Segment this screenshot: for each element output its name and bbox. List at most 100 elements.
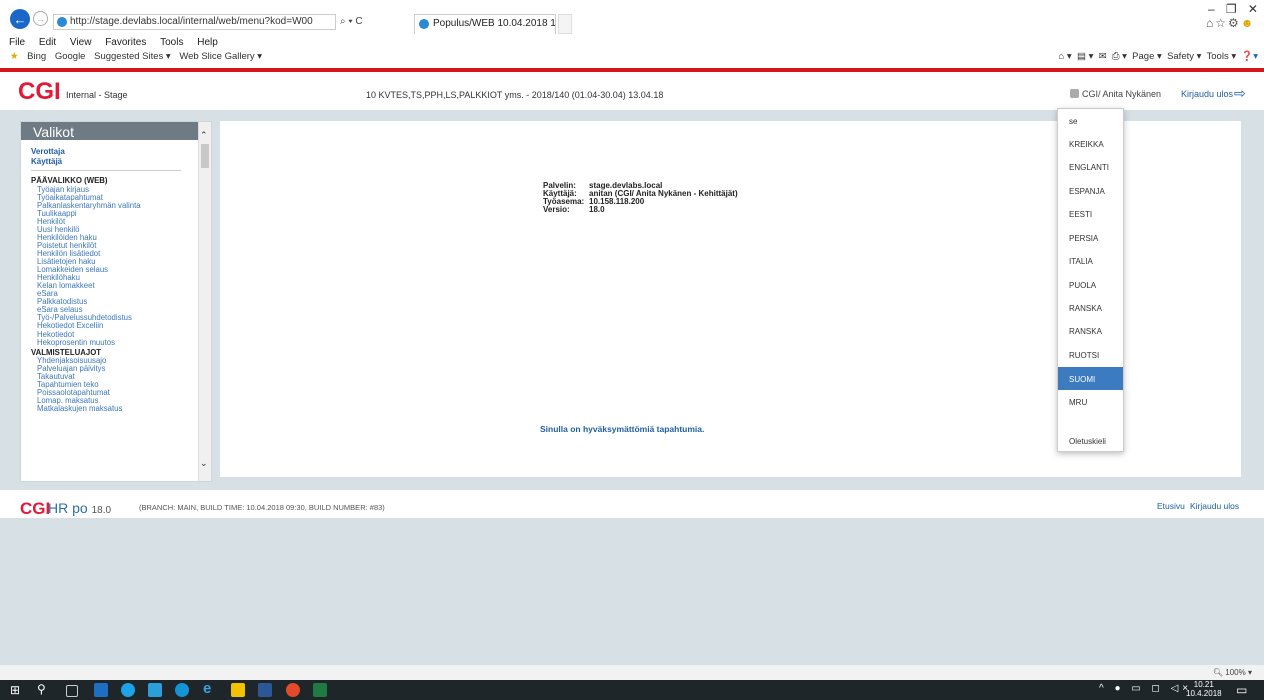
clock[interactable]: 10.21 10.4.2018 <box>1186 680 1222 698</box>
info-row-workstation: Työasema: 10.158.118.200 <box>543 198 738 206</box>
language-option[interactable]: se <box>1058 109 1123 132</box>
forward-button[interactable]: → <box>33 11 48 26</box>
fav-suggested-sites[interactable]: Suggested Sites ▾ <box>94 51 171 62</box>
address-bar[interactable]: http://stage.devlabs.local/internal/web/… <box>53 14 336 30</box>
chevron-up-icon[interactable]: ⌃ <box>200 130 208 141</box>
menu-file[interactable]: File <box>9 37 25 48</box>
period-label: 10 KVTES,TS,PPH,LS,PALKKIOT yms. - 2018/… <box>366 90 664 100</box>
site-icon <box>57 17 67 27</box>
command-bar: ⌂ ▾ ▤ ▾ ✉ ⎙ ▾ Page ▾ Safety ▾ Tools ▾ ❓▾ <box>1059 51 1258 68</box>
zoom-icon: 🔍︎ <box>1212 668 1224 677</box>
footer-cgi-logo: CGI <box>20 499 51 518</box>
pending-events-notice[interactable]: Sinulla on hyväksymättömiä tapahtumia. <box>540 424 704 434</box>
home-icon[interactable]: ⌂ ▾ <box>1059 51 1072 62</box>
settings-gear-icon[interactable]: ⚙ <box>1228 16 1241 30</box>
store-icon[interactable] <box>148 683 162 697</box>
language-option[interactable]: ESPANJA <box>1058 179 1123 202</box>
minimize-button[interactable]: – <box>1208 2 1215 16</box>
language-option[interactable]: RUOTSI <box>1058 343 1123 366</box>
sidebar-item[interactable]: Matkalaskujen maksatus <box>31 405 191 413</box>
chevron-down-icon[interactable]: ⌄ <box>200 458 208 469</box>
menu-edit[interactable]: Edit <box>39 37 56 48</box>
chrome-icon[interactable] <box>286 683 300 697</box>
language-option[interactable]: EESTI <box>1058 202 1123 225</box>
os-taskbar: ⊞ ⚲ e ^ ● ▭ ◻ ◁× 10.21 10.4.2018 ▭ <box>0 680 1264 700</box>
logout-icon[interactable]: ⇨ <box>1234 85 1246 102</box>
favorites-star-icon[interactable]: ★ <box>10 51 19 62</box>
footer-logout-link[interactable]: Kirjaudu ulos <box>1190 501 1239 511</box>
favorites-star-icon[interactable]: ☆ <box>1215 16 1228 30</box>
home-icon[interactable]: ⌂ <box>1206 16 1215 30</box>
language-option-selected[interactable]: SUOMI <box>1058 367 1123 390</box>
excel-icon[interactable] <box>313 683 327 697</box>
language-option[interactable]: ENGLANTI <box>1058 155 1123 178</box>
sidebar-title: Valikot <box>21 122 199 140</box>
menu-favorites[interactable]: Favorites <box>105 37 146 48</box>
skype-icon[interactable] <box>121 683 135 697</box>
browser-tab[interactable]: Populus/WEB 10.04.2018 10... × <box>414 14 556 34</box>
info-value: 18.0 <box>589 205 605 214</box>
user-name: CGI/ Anita Nykänen <box>1082 89 1162 99</box>
task-view-icon[interactable] <box>66 685 78 697</box>
windows-start-icon[interactable]: ⊞ <box>10 683 20 697</box>
fav-google[interactable]: Google <box>55 51 86 62</box>
new-tab-button[interactable] <box>558 14 572 34</box>
zoom-level: 100% <box>1225 668 1246 677</box>
system-tray-icons[interactable]: ^ ● ▭ ◻ ◁× <box>1099 683 1192 694</box>
search-icon[interactable]: ⚲ <box>37 682 46 696</box>
word-icon[interactable] <box>258 683 272 697</box>
smiley-icon[interactable]: ☻ <box>1241 16 1256 30</box>
maximize-button[interactable]: ❐ <box>1226 2 1237 16</box>
close-window-button[interactable]: ✕ <box>1248 2 1258 16</box>
server-info: Palvelin: stage.devlabs.local Käyttäjä: an… <box>543 182 738 214</box>
language-option[interactable]: MRU <box>1058 390 1123 413</box>
language-option[interactable]: KREIKKA <box>1058 132 1123 155</box>
back-button[interactable]: ← <box>10 9 30 29</box>
clock-date: 10.4.2018 <box>1186 688 1222 698</box>
sidebar-link-verottaja[interactable]: Verottaja <box>31 147 191 157</box>
internet-explorer-icon[interactable]: e <box>203 680 217 697</box>
language-dropdown: se KREIKKA ENGLANTI ESPANJA EESTI PERSIA… <box>1057 108 1124 452</box>
zoom-control[interactable]: 🔍︎ 100% ▾ <box>1213 668 1252 677</box>
print-icon[interactable]: ⎙ ▾ <box>1112 51 1127 62</box>
current-user[interactable]: CGI/ Anita Nykänen <box>1070 89 1161 99</box>
menu-help[interactable]: Help <box>197 37 218 48</box>
fav-bing[interactable]: Bing <box>27 51 46 62</box>
help-icon[interactable]: ❓▾ <box>1241 51 1258 62</box>
cgi-logo[interactable]: CGI <box>18 80 61 104</box>
language-option[interactable]: RANSKA <box>1058 296 1123 319</box>
language-option[interactable]: PUOLA <box>1058 273 1123 296</box>
footer-build-info: (BRANCH: MAIN, BUILD TIME: 10.04.2018 09… <box>139 503 385 512</box>
language-option-default[interactable]: Oletuskieli <box>1058 429 1123 452</box>
footer-product-name: HR po <box>48 500 88 516</box>
file-explorer-icon[interactable] <box>231 683 245 697</box>
page-menu[interactable]: Page ▾ <box>1132 51 1162 62</box>
mail-icon[interactable]: ✉ <box>1099 51 1107 62</box>
sidebar-scrollbar[interactable]: ⌃ ⌄ <box>198 122 211 481</box>
sidebar-divider <box>31 170 181 172</box>
language-option[interactable]: ITALIA <box>1058 249 1123 272</box>
skype-business-icon[interactable] <box>175 683 189 697</box>
menu-tools[interactable]: Tools <box>160 37 183 48</box>
menu-view[interactable]: View <box>70 37 92 48</box>
browser-status-bar: 🔍︎ 100% ▾ <box>0 665 1264 680</box>
address-search-refresh[interactable]: ⌕ ▾ C <box>340 16 420 30</box>
sidebar-link-kayttaja[interactable]: Käyttäjä <box>31 157 191 167</box>
sidebar-menu: Valikot Verottaja Käyttäjä PÄÄVALIKKO (W… <box>20 121 212 482</box>
sidebar-item[interactable]: Hekoprosentin muutos <box>31 338 191 347</box>
sidebar-list: Verottaja Käyttäjä PÄÄVALIKKO (WEB) Työa… <box>31 147 191 413</box>
fav-web-slice-gallery[interactable]: Web Slice Gallery ▾ <box>179 51 262 62</box>
logout-link[interactable]: Kirjaudu ulos <box>1181 89 1233 99</box>
outlook-icon[interactable] <box>94 683 108 697</box>
feeds-icon[interactable]: ▤ ▾ <box>1077 51 1093 62</box>
notification-icon[interactable]: ▭ <box>1236 683 1247 697</box>
user-icon <box>1070 89 1079 98</box>
tab-title: Populus/WEB 10.04.2018 10... <box>433 18 556 29</box>
window-controls: – ❐ ✕ <box>1208 2 1264 16</box>
scrollbar-thumb[interactable] <box>201 144 209 168</box>
tools-menu[interactable]: Tools ▾ <box>1207 51 1237 62</box>
safety-menu[interactable]: Safety ▾ <box>1167 51 1201 62</box>
language-option[interactable]: RANSKA <box>1058 319 1123 342</box>
footer-home-link[interactable]: Etusivu <box>1157 501 1185 511</box>
language-option[interactable]: PERSIA <box>1058 226 1123 249</box>
